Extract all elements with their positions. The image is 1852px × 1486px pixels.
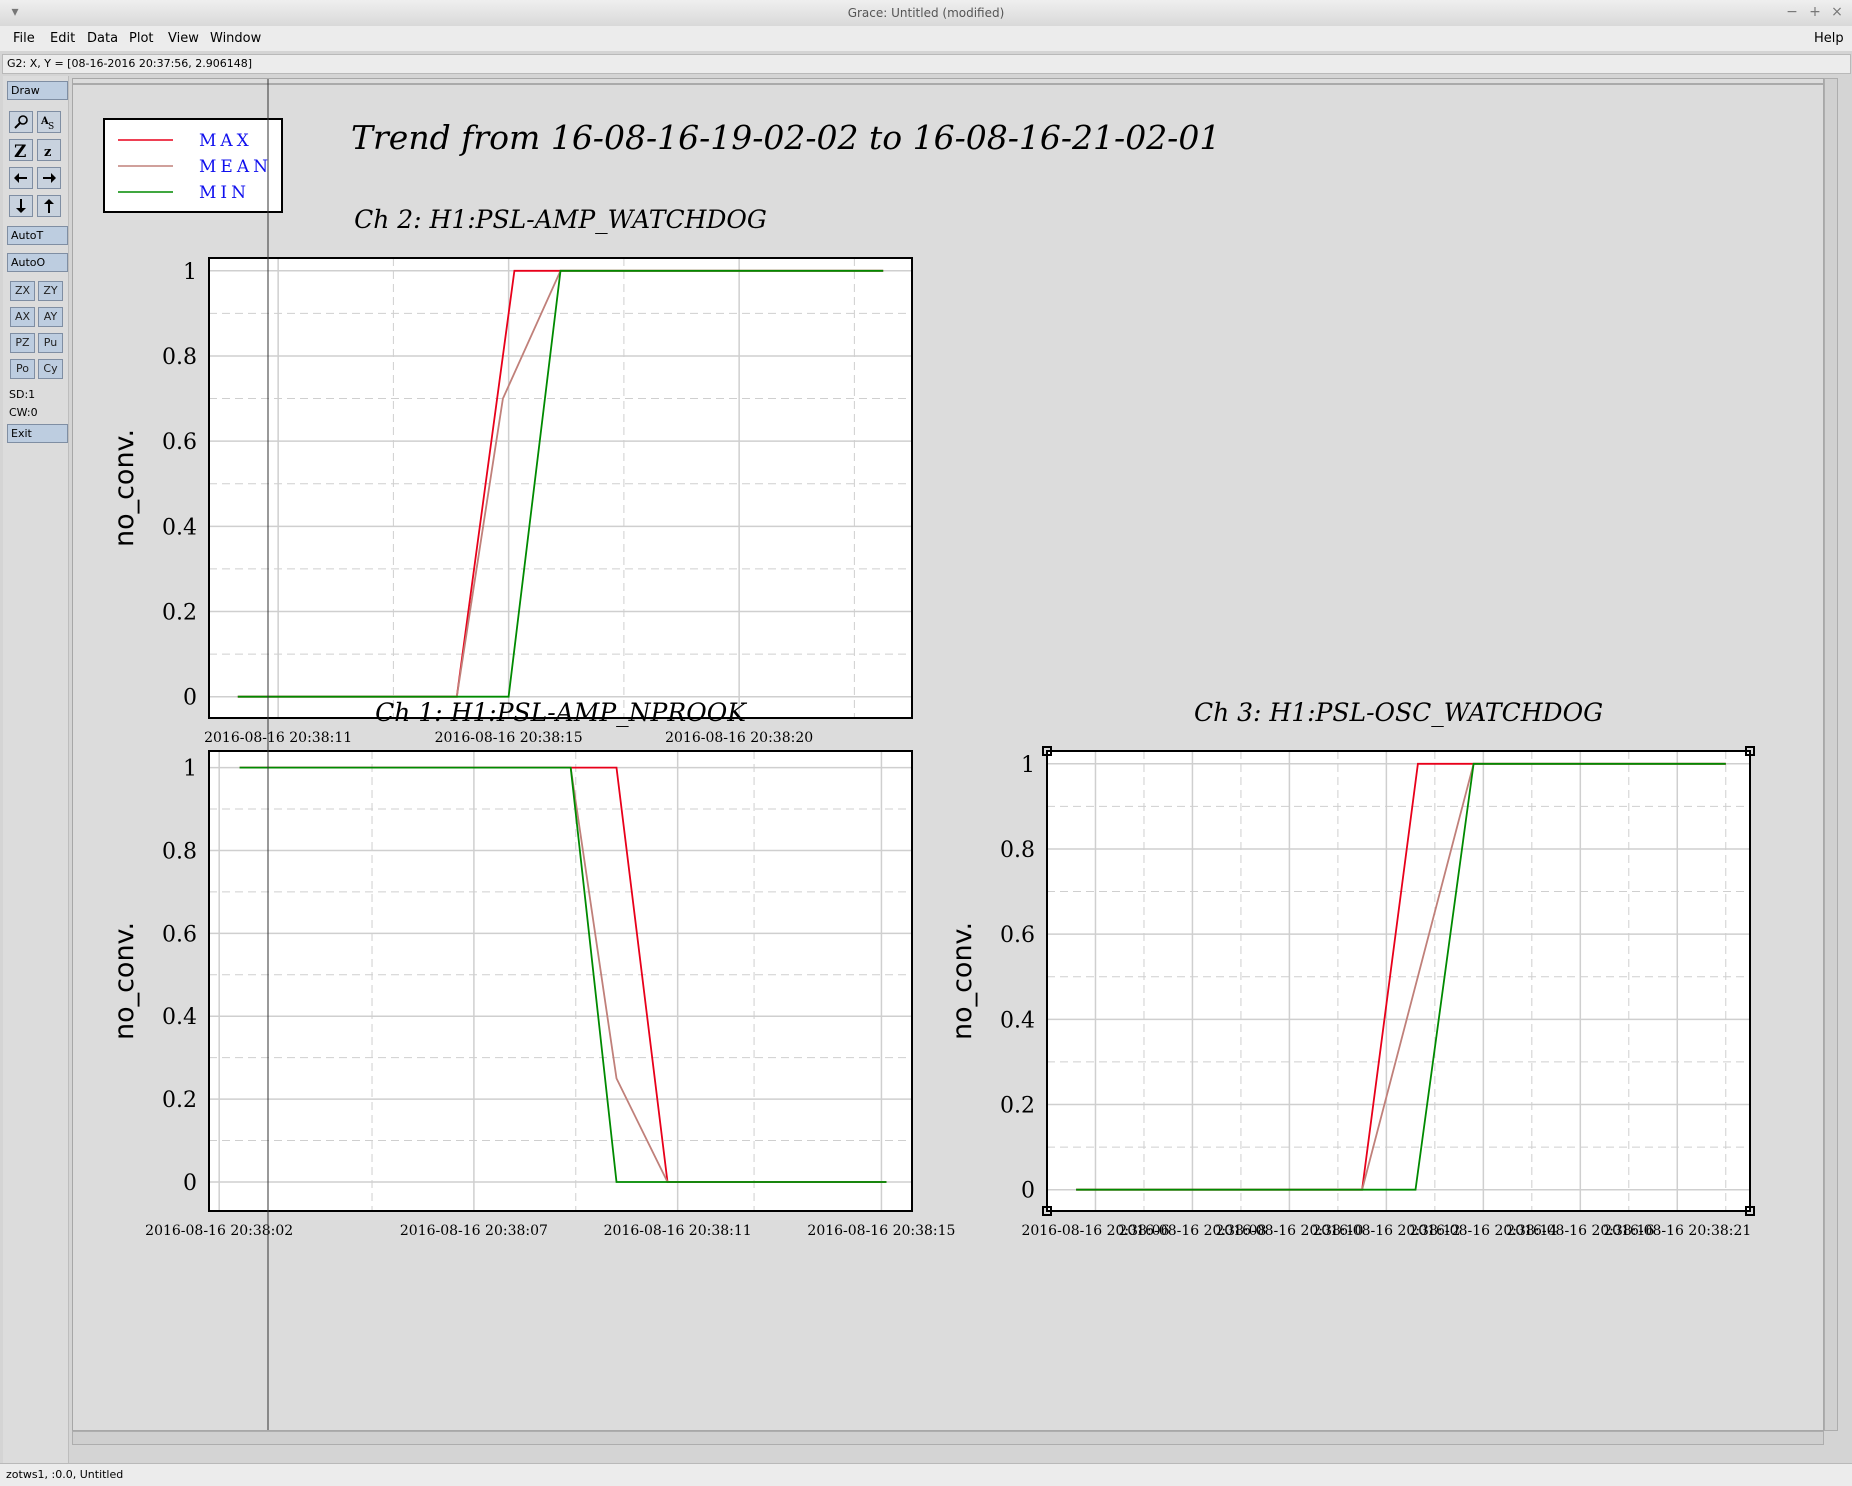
x-tick-label: 2016-08-16 20:38:07 (400, 1223, 548, 1239)
y-tick-label: 0.8 (162, 839, 197, 864)
chart-2[interactable]: 0 0.2 0.4 0.6 0.8 1 2016-08-16 20:38:02 2016-08… (109, 698, 955, 1239)
status-text: zotws1, :0.0, Untitled (6, 1468, 124, 1481)
y-tick-label: 0.6 (162, 922, 197, 947)
vertical-scrollbar[interactable] (1824, 78, 1838, 1431)
cycle-button[interactable]: Cy (38, 359, 63, 379)
x-tick-label: 2016-08-16 20:38:11 (204, 730, 352, 746)
plot-area[interactable] (1047, 751, 1750, 1211)
push-button[interactable]: Pu (38, 333, 63, 353)
y-axis-label: no_conv. (109, 429, 140, 547)
legend-box[interactable]: MAX MEAN MIN (103, 118, 283, 213)
menu-window[interactable]: Window (210, 31, 261, 46)
exit-button[interactable]: Exit (7, 424, 68, 443)
maximize-icon[interactable]: + (1806, 3, 1824, 21)
arrow-right-icon[interactable] (37, 167, 61, 189)
autoscale-x-button[interactable]: AX (10, 307, 35, 327)
autoscale-ticks-button[interactable]: AutoT (7, 226, 68, 245)
stack-depth-label: SD:1 (9, 388, 36, 401)
plot-area[interactable] (209, 751, 912, 1211)
zoom-y-button[interactable]: ZY (38, 281, 63, 301)
y-tick-label: 0.4 (162, 1005, 197, 1030)
x-tick-label: 2016-08-16 20:38:20 (665, 730, 813, 746)
minimize-icon[interactable]: − (1783, 3, 1801, 21)
menu-edit[interactable]: Edit (50, 31, 75, 46)
coordinate-readout: G2: X, Y = [08-16-2016 20:37:56, 2.90614… (7, 57, 253, 70)
x-tick-label: 2016-08-16 20:38:15 (435, 730, 583, 746)
chart-title: Ch 3: H1:PSL-OSC_WATCHDOG (1194, 698, 1603, 727)
close-icon[interactable]: × (1828, 3, 1846, 21)
y-axis-label: no_conv. (109, 922, 140, 1040)
arrow-down-icon[interactable] (9, 195, 33, 217)
autoscale-y-button[interactable]: AY (38, 307, 63, 327)
tool-panel: Draw AS Z z AutoT AutoO ZX ZY AX AY PZ P… (3, 76, 69, 1463)
y-tick-label: 0.8 (1000, 838, 1035, 863)
zoom-icon[interactable] (9, 111, 33, 133)
x-tick-label: 2016-08-16 20:38:21 (1603, 1223, 1751, 1239)
legend-label-max: MAX (199, 131, 253, 151)
svg-text:S: S (48, 122, 54, 132)
autoscale-on-button[interactable]: AutoO (7, 253, 68, 272)
menubar: File Edit Data Plot View Window Help (0, 26, 1852, 51)
y-tick-label: 1 (183, 260, 197, 285)
y-axis-label: no_conv. (947, 922, 978, 1040)
menu-data[interactable]: Data (87, 31, 118, 46)
x-tick-label: 2016-08-16 20:38:15 (807, 1223, 955, 1239)
main-title: Trend from 16-08-16-19-02-02 to 16-08-16… (351, 118, 1220, 157)
zoom-z-icon[interactable]: Z (9, 139, 33, 162)
y-tick-label: 0.4 (162, 515, 197, 540)
y-tick-label: 0.2 (162, 1088, 197, 1113)
legend-label-mean: MEAN (199, 157, 272, 177)
plot-surface[interactable]: MAX MEAN MIN Trend from 16-08-16-19-02-0… (73, 79, 1823, 1430)
window-title: Grace: Untitled (modified) (847, 6, 1005, 20)
y-tick-label: 0.6 (1000, 923, 1035, 948)
window-titlebar: ▾ Grace: Untitled (modified) − + × (0, 0, 1852, 27)
y-tick-label: 1 (183, 757, 197, 782)
zoom-x-button[interactable]: ZX (10, 281, 35, 301)
plot-canvas[interactable]: MAX MEAN MIN Trend from 16-08-16-19-02-0… (72, 78, 1824, 1431)
zoom-small-z-icon[interactable]: z (37, 139, 61, 161)
y-tick-label: 0 (183, 1171, 197, 1196)
y-tick-label: 0 (183, 686, 197, 711)
menu-plot[interactable]: Plot (129, 31, 154, 46)
svg-text:z: z (44, 145, 51, 160)
draw-button[interactable]: Draw (7, 81, 68, 100)
y-tick-label: 0.2 (1000, 1094, 1035, 1119)
y-tick-label: 1 (1021, 753, 1035, 778)
menu-help[interactable]: Help (1814, 31, 1844, 46)
y-tick-label: 0.4 (1000, 1008, 1035, 1033)
pop-button[interactable]: Po (10, 359, 35, 379)
y-tick-label: 0.8 (162, 345, 197, 370)
chart-title: Ch 1: H1:PSL-AMP_NPROOK (375, 698, 747, 727)
y-tick-label: 0.6 (162, 430, 197, 455)
chart-1[interactable]: 0 0.2 0.4 0.6 0.8 1 2016-08-16 20:38:11 2016-08… (109, 205, 913, 746)
x-tick-label: 2016-08-16 20:38:02 (145, 1223, 293, 1239)
horizontal-scrollbar[interactable] (72, 1431, 1824, 1445)
text-string-icon[interactable]: AS (37, 111, 61, 133)
svg-text:Z: Z (14, 142, 26, 160)
status-bar: zotws1, :0.0, Untitled (0, 1463, 1852, 1486)
chart-title: Ch 2: H1:PSL-AMP_WATCHDOG (354, 205, 767, 234)
coordinate-readout-bar: G2: X, Y = [08-16-2016 20:37:56, 2.90614… (2, 54, 1851, 74)
plot-area[interactable] (209, 258, 912, 718)
arrow-up-icon[interactable] (37, 195, 61, 217)
menu-file[interactable]: File (13, 31, 35, 46)
current-world-label: CW:0 (9, 406, 38, 419)
menu-view[interactable]: View (168, 31, 199, 46)
y-tick-label: 0 (1021, 1179, 1035, 1204)
y-tick-label: 0.2 (162, 601, 197, 626)
legend-label-min: MIN (199, 183, 250, 203)
x-tick-label: 2016-08-16 20:38:11 (604, 1223, 752, 1239)
chart-3[interactable]: 00.20.40.60.812016-08-16 20:38:062016-08… (947, 698, 1755, 1239)
arrow-left-icon[interactable] (9, 167, 33, 189)
push-zoom-button[interactable]: PZ (10, 333, 35, 353)
